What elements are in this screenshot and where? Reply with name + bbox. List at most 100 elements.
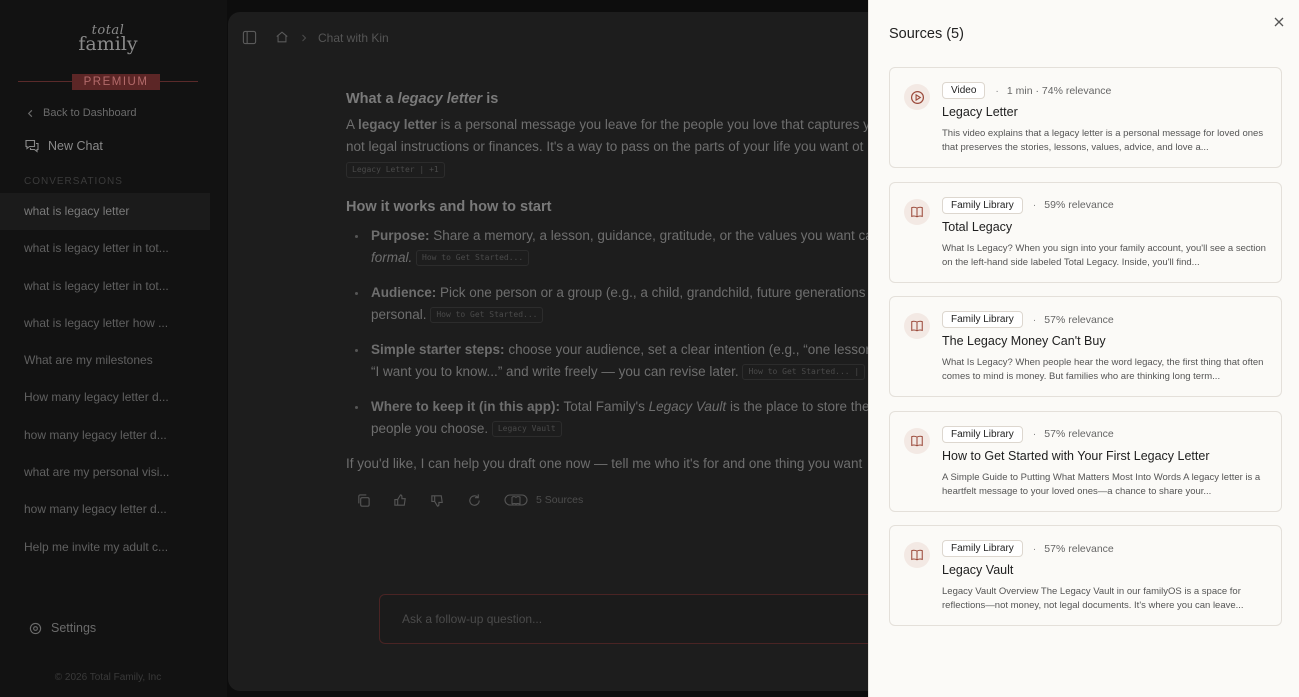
source-title: Legacy Vault <box>942 563 1014 577</box>
top-bar: Chat with Kin <box>242 30 389 45</box>
citation-chip[interactable]: How to Get Started... | <box>742 364 866 381</box>
book-open-icon <box>904 542 930 568</box>
regenerate-icon[interactable] <box>467 493 482 508</box>
source-meta: Family Library · 59% relevance <box>942 196 1114 214</box>
conversation-item[interactable]: What are my milestones <box>0 342 210 379</box>
conversation-item[interactable]: how many legacy letter d... <box>0 417 210 454</box>
source-title: Total Legacy <box>942 219 1013 234</box>
source-relevance: 57% relevance <box>1044 428 1114 440</box>
source-title: How to Get Started with Your First Legac… <box>942 448 1210 463</box>
intro-text-a: A <box>346 117 359 132</box>
conversation-item[interactable]: what is legacy letter in tot... <box>0 230 210 267</box>
new-chat-button[interactable]: New Chat <box>24 138 103 154</box>
list-item: Where to keep it (in this app): Total Fa… <box>346 396 888 440</box>
chevron-left-icon <box>26 109 35 118</box>
message-heading-2: How it works and how to start <box>346 199 552 215</box>
premium-badge: PREMIUM <box>72 74 160 90</box>
closing-paragraph: If you'd like, I can help you draft one … <box>346 456 863 471</box>
meta-separator: · <box>995 84 999 97</box>
heading-emphasis: legacy letter <box>397 91 483 107</box>
source-card[interactable]: Family Library · 57% relevance Legacy Va… <box>889 525 1282 626</box>
source-card[interactable]: Family Library · 57% relevance How to Ge… <box>889 410 1282 512</box>
copy-icon[interactable] <box>356 493 371 508</box>
breadcrumb-separator-icon <box>300 34 308 42</box>
settings-button[interactable]: Settings <box>29 621 96 635</box>
book-open-icon <box>904 427 930 454</box>
intro-bold: legacy letter <box>358 117 437 132</box>
source-title: The Legacy Money Can't Buy <box>942 334 1106 348</box>
close-icon[interactable] <box>1271 14 1287 30</box>
source-meta: Family Library · 57% relevance <box>942 425 1114 443</box>
meta-separator: · <box>1032 428 1037 440</box>
conversation-item[interactable]: what are my personal visi... <box>0 454 210 491</box>
bullet-text-line-2: “I want you to know...” and write freely… <box>371 364 739 379</box>
heading-prefix: What a <box>346 91 398 107</box>
conversation-item[interactable]: what is legacy letter in tot... <box>0 268 210 305</box>
source-relevance: 57% relevance <box>1044 542 1114 555</box>
source-meta: Family Library · 57% relevance <box>942 311 1114 328</box>
bullet-text-line-2: formal. <box>371 250 413 265</box>
citation-chip[interactable]: Legacy Vault <box>491 421 562 438</box>
citation-chip[interactable]: Legacy Letter | +1 <box>346 162 445 179</box>
bullet-text: Share a memory, a lesson, guidance, grat… <box>429 228 873 243</box>
intro-paragraph-line-2: not legal instructions or finances. It's… <box>346 139 864 154</box>
source-relevance: 1 min · 74% relevance <box>1006 84 1112 97</box>
list-item: Audience: Pick one person or a group (e.… <box>346 282 888 326</box>
bullet-label: Audience: <box>371 285 437 300</box>
conversation-item[interactable]: what is legacy letter <box>0 193 210 231</box>
source-description: What Is Legacy? When people hear the wor… <box>942 357 1264 382</box>
source-relevance: 57% relevance <box>1044 313 1114 326</box>
source-title: Legacy Letter <box>942 105 1018 119</box>
source-card[interactable]: Family Library · 59% relevance Total Leg… <box>889 181 1282 283</box>
book-open-icon <box>504 493 528 507</box>
thumbs-up-icon[interactable] <box>393 493 408 508</box>
source-list: Video · 1 min · 74% relevance Legacy Let… <box>889 67 1282 640</box>
conversations-heading: CONVERSATIONS <box>24 176 123 187</box>
breadcrumb-current[interactable]: Chat with Kin <box>318 31 389 45</box>
book-open-icon <box>904 313 930 339</box>
copyright-text: © 2026 Total Family, Inc <box>54 672 162 683</box>
source-card[interactable]: Family Library · 57% relevance The Legac… <box>889 296 1282 397</box>
conversation-list: what is legacy letter what is legacy let… <box>0 193 210 566</box>
book-open-icon <box>904 198 930 225</box>
sources-count-label: 5 Sources <box>536 494 584 506</box>
gear-icon <box>29 622 42 635</box>
citation-chip[interactable]: How to Get Started... <box>416 250 530 267</box>
bullet-label: Simple starter steps: <box>371 342 505 357</box>
conversation-item[interactable]: Help me invite my adult c... <box>0 529 210 566</box>
source-meta: Video · 1 min · 74% relevance <box>942 82 1111 99</box>
intro-paragraph: A legacy letter is a personal message yo… <box>346 114 888 136</box>
chat-panel: Chat with Kin What a legacy letter is A … <box>228 12 888 691</box>
message-actions: 5 Sources <box>356 489 888 511</box>
meta-separator: · <box>1032 542 1037 555</box>
bullet-text: Pick one person or a group (e.g., a chil… <box>436 285 866 300</box>
conversation-item[interactable]: how many legacy letter d... <box>0 491 210 528</box>
back-label: Back to Dashboard <box>43 107 137 119</box>
thumbs-down-icon[interactable] <box>430 493 445 508</box>
source-description: A Simple Guide to Putting What Matters M… <box>942 471 1261 497</box>
conversation-item[interactable]: How many legacy letter d... <box>0 379 210 416</box>
source-type-badge: Family Library <box>942 196 1023 214</box>
back-to-dashboard-link[interactable]: Back to Dashboard <box>26 107 137 119</box>
conversation-item[interactable]: what is legacy letter how ... <box>0 305 210 342</box>
bullet-emphasis: Legacy Vault <box>648 399 727 414</box>
list-item: Simple starter steps: choose your audien… <box>346 339 888 383</box>
bullet-label: Purpose: <box>371 228 430 243</box>
new-chat-label: New Chat <box>48 139 103 153</box>
source-description: This video explains that a legacy letter… <box>942 128 1264 153</box>
source-type-badge: Video <box>942 82 986 99</box>
follow-up-input[interactable]: Ask a follow-up question... <box>379 594 888 644</box>
list-item: Purpose: Share a memory, a lesson, guida… <box>346 225 888 269</box>
sidebar-toggle-icon[interactable] <box>242 30 257 45</box>
home-icon[interactable] <box>275 30 290 45</box>
premium-divider: PREMIUM <box>18 74 198 90</box>
source-type-badge: Family Library <box>942 311 1023 328</box>
citation-chip[interactable]: How to Get Started... <box>430 307 544 324</box>
sources-button[interactable]: 5 Sources <box>504 489 583 511</box>
brand-logo[interactable]: total family <box>0 24 216 54</box>
sidebar: total family PREMIUM Back to Dashboard N… <box>0 0 227 697</box>
meta-separator: · <box>1032 313 1037 326</box>
play-circle-icon <box>904 84 930 110</box>
source-card[interactable]: Video · 1 min · 74% relevance Legacy Let… <box>889 67 1282 168</box>
source-meta: Family Library · 57% relevance <box>942 540 1114 557</box>
